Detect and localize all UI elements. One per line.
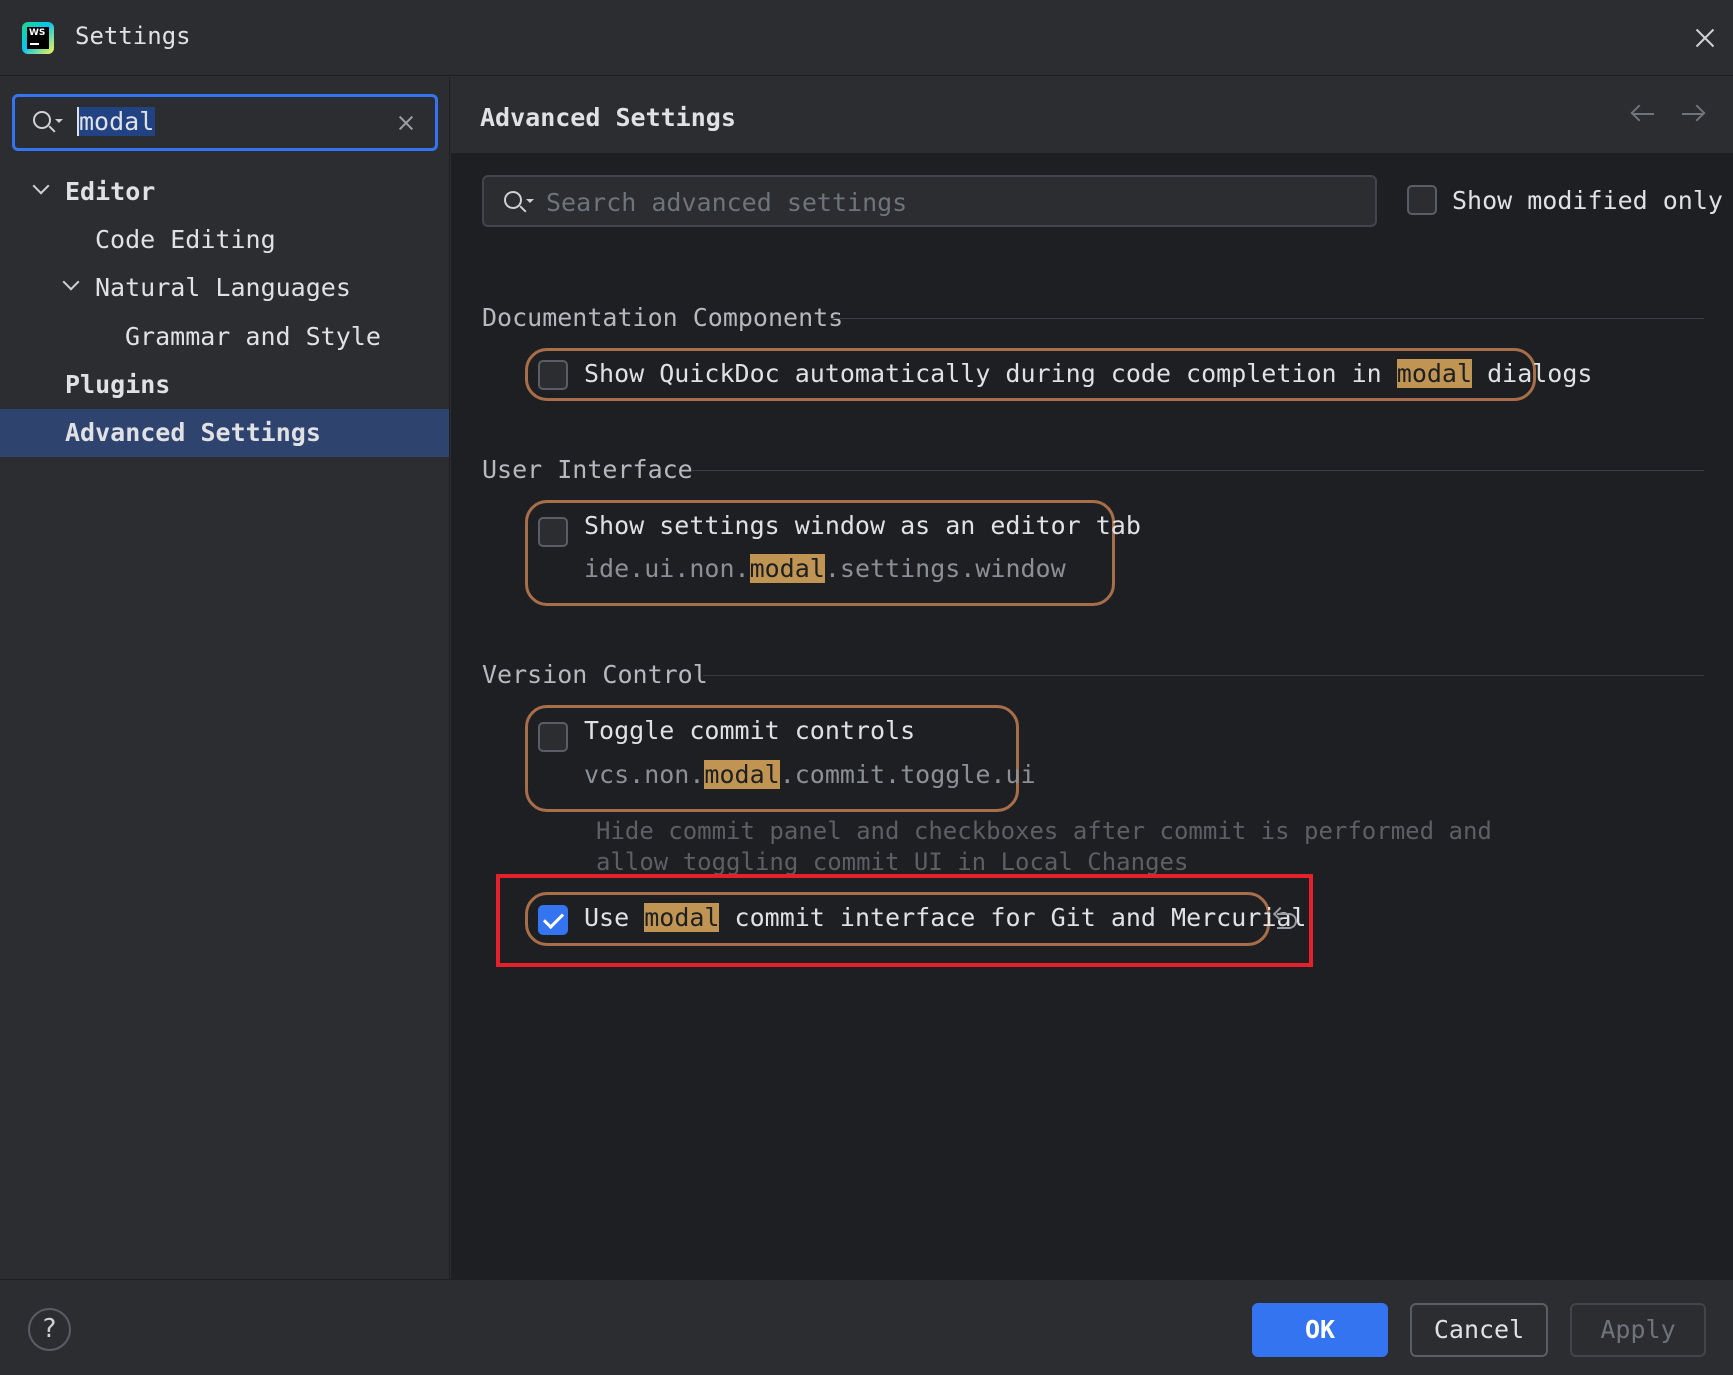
show-quickdoc-label[interactable]: Show QuickDoc automatically during code … bbox=[584, 359, 1592, 388]
close-icon[interactable] bbox=[1691, 24, 1719, 52]
app-logo-text: WS bbox=[27, 27, 49, 49]
settings-editor-tab-label[interactable]: Show settings window as an editor tab bbox=[584, 511, 1141, 540]
settings-editor-tab-key: ide.ui.non.modal.settings.window bbox=[584, 554, 1066, 583]
cancel-button[interactable]: Cancel bbox=[1410, 1303, 1548, 1357]
toggle-commit-controls-key: vcs.non.modal.commit.toggle.ui bbox=[584, 760, 1036, 789]
clear-search-icon[interactable] bbox=[395, 112, 417, 134]
group-title-version-control: Version Control bbox=[482, 660, 708, 689]
use-modal-commit-label[interactable]: Use modal commit interface for Git and M… bbox=[584, 903, 1306, 932]
search-icon[interactable] bbox=[31, 109, 63, 137]
ok-button[interactable]: OK bbox=[1252, 1303, 1388, 1357]
group-title-user-interface: User Interface bbox=[482, 455, 693, 484]
help-button[interactable]: ? bbox=[28, 1308, 71, 1351]
title-bar: WS Settings bbox=[0, 0, 1733, 76]
show-modified-only-label[interactable]: Show modified only bbox=[1452, 186, 1723, 215]
sidebar-item-label: Code Editing bbox=[95, 225, 276, 254]
group-separator bbox=[691, 470, 1704, 471]
settings-content: Advanced Settings Search advanced settin… bbox=[451, 77, 1733, 1279]
chevron-down-icon[interactable] bbox=[62, 273, 80, 291]
toggle-commit-controls-label[interactable]: Toggle commit controls bbox=[584, 716, 915, 745]
settings-search-value[interactable]: modal bbox=[77, 107, 156, 136]
sidebar-item-label: Plugins bbox=[65, 370, 171, 399]
reset-to-default-icon[interactable] bbox=[1272, 906, 1299, 931]
sidebar-item-label: Advanced Settings bbox=[65, 418, 321, 447]
toggle-commit-controls-description: Hide commit panel and checkboxes after c… bbox=[596, 817, 1492, 876]
use-modal-commit-checkbox[interactable] bbox=[538, 905, 568, 935]
sidebar-item-natural-languages[interactable]: Natural Languages bbox=[0, 264, 449, 312]
sidebar-item-code-editing[interactable]: Code Editing bbox=[0, 216, 449, 264]
toggle-commit-controls-checkbox[interactable] bbox=[538, 722, 568, 752]
sidebar-item-grammar-and-style[interactable]: Grammar and Style bbox=[0, 313, 449, 361]
window-title: Settings bbox=[75, 22, 191, 50]
sidebar-item-label: Editor bbox=[65, 177, 156, 206]
chevron-down-icon[interactable] bbox=[32, 177, 50, 195]
group-title-documentation-components: Documentation Components bbox=[482, 303, 844, 332]
sidebar-item-label: Natural Languages bbox=[95, 273, 351, 302]
dialog-footer: ? OK Cancel Apply bbox=[0, 1279, 1733, 1375]
show-quickdoc-checkbox[interactable] bbox=[538, 360, 568, 390]
sidebar-item-advanced-settings[interactable]: Advanced Settings bbox=[0, 409, 449, 457]
group-separator bbox=[703, 675, 1704, 676]
show-modified-only-checkbox[interactable] bbox=[1407, 185, 1437, 215]
sidebar-item-label: Grammar and Style bbox=[125, 322, 381, 351]
webstorm-logo-icon: WS bbox=[22, 22, 54, 54]
advanced-settings-panel: Search advanced settings Show modified o… bbox=[451, 77, 1733, 1203]
sidebar-item-editor[interactable]: Editor bbox=[0, 168, 449, 216]
apply-button[interactable]: Apply bbox=[1570, 1303, 1706, 1357]
settings-editor-tab-checkbox[interactable] bbox=[538, 517, 568, 547]
group-separator bbox=[831, 318, 1704, 319]
settings-search-input[interactable]: modal bbox=[12, 94, 438, 151]
settings-sidebar: modal Editor Code Editing Natural Langua… bbox=[0, 77, 450, 1279]
sidebar-item-plugins[interactable]: Plugins bbox=[0, 361, 449, 409]
advanced-settings-search-input[interactable]: Search advanced settings bbox=[482, 175, 1377, 227]
